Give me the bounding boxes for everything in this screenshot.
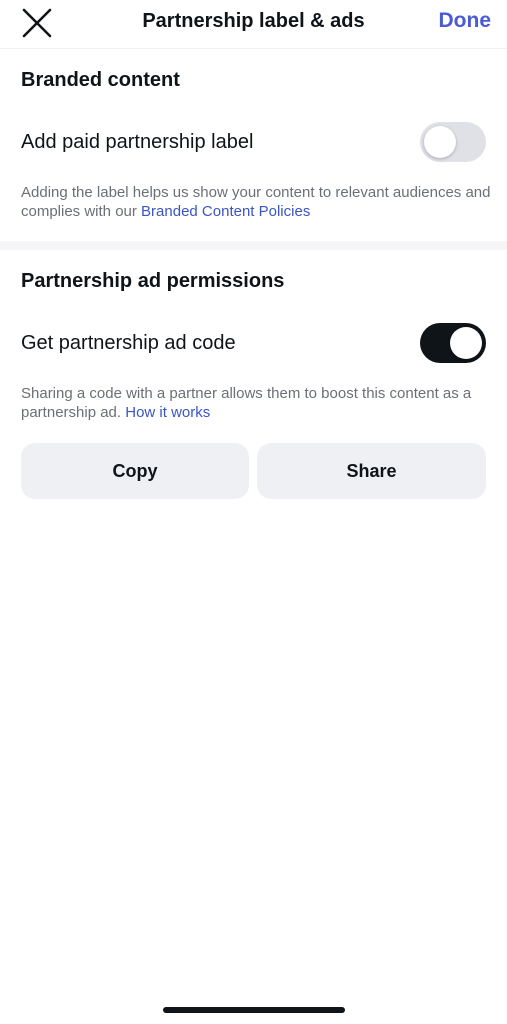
done-button[interactable]: Done [439,9,492,33]
home-indicator [163,1007,345,1013]
paid-partnership-label-text: Add paid partnership label [21,131,254,153]
partnership-ad-description: Sharing a code with a partner allows the… [21,384,491,422]
toggle-knob [424,126,456,158]
share-button[interactable]: Share [257,443,486,499]
partnership-ad-code-label: Get partnership ad code [21,332,236,354]
page-title: Partnership label & ads [142,10,365,32]
toggle-knob [450,327,482,359]
copy-button[interactable]: Copy [21,443,249,499]
paid-partnership-toggle[interactable] [420,122,486,162]
branded-content-description: Adding the label helps us show your cont… [21,183,491,221]
partnership-ad-description-text: Sharing a code with a partner allows the… [21,385,472,421]
branded-content-policies-link[interactable]: Branded Content Policies [141,203,310,220]
branded-content-heading: Branded content [21,69,180,91]
section-divider [0,241,507,250]
partnership-ad-code-toggle[interactable] [420,323,486,363]
partnership-ad-permissions-heading: Partnership ad permissions [21,270,285,292]
how-it-works-link[interactable]: How it works [125,404,210,421]
header-bar: Partnership label & ads Done [0,0,507,49]
